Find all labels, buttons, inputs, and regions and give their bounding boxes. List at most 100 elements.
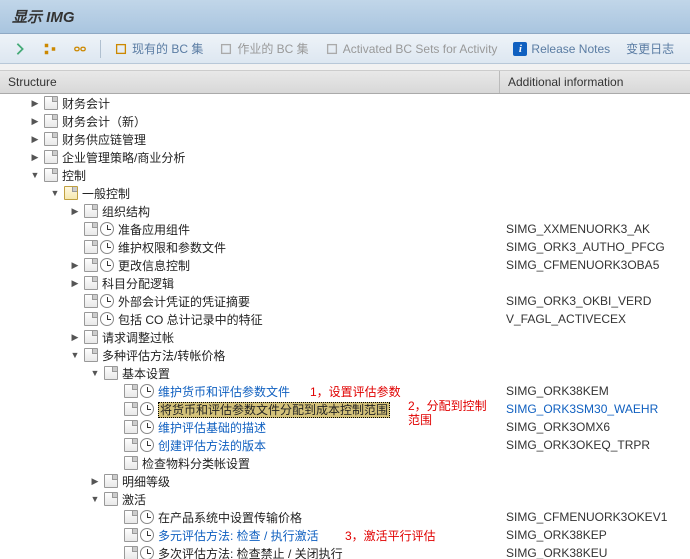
doc-icon[interactable] (84, 348, 98, 362)
activity-icon[interactable] (140, 546, 154, 559)
tree-row[interactable]: ▶请求调整过帐 (0, 328, 690, 346)
node-label[interactable]: 基本设置 (122, 365, 170, 382)
back-icon[interactable] (6, 39, 34, 59)
doc-icon[interactable] (104, 474, 118, 488)
expand-toggle[interactable]: ▼ (28, 168, 42, 182)
tree-row[interactable]: 外部会计凭证的凭证摘要SIMG_ORK3_OKBI_VERD (0, 292, 690, 310)
node-label[interactable]: 在产品系统中设置传输价格 (158, 509, 302, 526)
tree-row[interactable]: 创建评估方法的版本SIMG_ORK3OKEQ_TRPR (0, 436, 690, 454)
node-label[interactable]: 更改信息控制 (118, 257, 190, 274)
tree-view[interactable]: 1，设置评估参数 2，分配到控制范围 3，激活平行评估 ▶财务会计▶财务会计（新… (0, 94, 690, 559)
activated-bc-sets-button[interactable]: Activated BC Sets for Activity (318, 39, 505, 59)
doc-icon[interactable] (124, 546, 138, 559)
tree-row[interactable]: ▶财务供应链管理 (0, 130, 690, 148)
node-label[interactable]: 明细等级 (122, 473, 170, 490)
node-label[interactable]: 财务供应链管理 (62, 131, 146, 148)
tree-row[interactable]: 包括 CO 总计记录中的特征V_FAGL_ACTIVECEX (0, 310, 690, 328)
doc-icon[interactable] (84, 330, 98, 344)
node-label[interactable]: 维护权限和参数文件 (118, 239, 226, 256)
node-label[interactable]: 科目分配逻辑 (102, 275, 174, 292)
node-label[interactable]: 多元评估方法: 检查 / 执行激活 (158, 527, 319, 544)
doc-icon[interactable] (44, 150, 58, 164)
expand-toggle[interactable]: ▶ (68, 258, 82, 272)
node-label[interactable]: 维护货币和评估参数文件 (158, 383, 290, 400)
doc-icon[interactable] (124, 438, 138, 452)
node-label[interactable]: 将货币和评估参数文件分配到成本控制范围 (158, 401, 390, 418)
node-label[interactable]: 组织结构 (102, 203, 150, 220)
tree-row[interactable]: 准备应用组件SIMG_XXMENUORK3_AK (0, 220, 690, 238)
doc-icon[interactable] (104, 492, 118, 506)
node-label[interactable]: 一般控制 (82, 185, 130, 202)
activity-icon[interactable] (100, 222, 114, 236)
tree-row[interactable]: ▶企业管理策略/商业分析 (0, 148, 690, 166)
doc-icon[interactable] (104, 366, 118, 380)
expand-toggle[interactable]: ▶ (88, 474, 102, 488)
expand-toggle[interactable]: ▼ (48, 186, 62, 200)
doc-icon[interactable] (124, 402, 138, 416)
release-notes-button[interactable]: iRelease Notes (506, 39, 617, 59)
tree-row[interactable]: 维护权限和参数文件SIMG_ORK3_AUTHO_PFCG (0, 238, 690, 256)
job-bc-sets-button[interactable]: 作业的 BC 集 (212, 37, 315, 60)
tree-row[interactable]: 维护评估基础的描述SIMG_ORK3OMX6 (0, 418, 690, 436)
tree-row[interactable]: ▶ 财务会计 (0, 94, 690, 112)
tree-row[interactable]: ▼ 激活 (0, 490, 690, 508)
doc-icon[interactable] (124, 510, 138, 524)
doc-icon[interactable] (84, 240, 98, 254)
activity-icon[interactable] (100, 294, 114, 308)
doc-icon[interactable] (44, 168, 58, 182)
activity-icon[interactable] (100, 258, 114, 272)
doc-icon[interactable] (84, 276, 98, 290)
tree-row[interactable]: 检查物料分类帐设置 (0, 454, 690, 472)
doc-icon[interactable] (84, 204, 98, 218)
node-label[interactable]: 多种评估方法/转帐价格 (102, 347, 225, 364)
expand-toggle[interactable]: ▼ (68, 348, 82, 362)
existing-bc-sets-button[interactable]: 现有的 BC 集 (107, 37, 210, 60)
activity-icon[interactable] (140, 438, 154, 452)
tree-row[interactable]: ▶ 组织结构 (0, 202, 690, 220)
activity-icon[interactable] (140, 510, 154, 524)
doc-icon[interactable] (124, 420, 138, 434)
activity-icon[interactable] (140, 402, 154, 416)
tree-row[interactable]: 将货币和评估参数文件分配到成本控制范围SIMG_ORK3SM30_WAEHR (0, 400, 690, 418)
node-label[interactable]: 财务会计（新） (62, 113, 146, 130)
node-label[interactable]: 外部会计凭证的凭证摘要 (118, 293, 250, 310)
doc-icon[interactable] (44, 96, 58, 110)
doc-icon[interactable] (44, 114, 58, 128)
node-label[interactable]: 多次评估方法: 检查禁止 / 关闭执行 (158, 545, 343, 559)
link-icon[interactable] (66, 39, 94, 59)
doc-icon[interactable] (84, 312, 98, 326)
expand-toggle[interactable]: ▼ (88, 492, 102, 506)
doc-icon[interactable] (44, 132, 58, 146)
node-label[interactable]: 财务会计 (62, 95, 110, 112)
expand-toggle[interactable]: ▶ (28, 150, 42, 164)
tree-row[interactable]: ▼ 一般控制 (0, 184, 690, 202)
tree-row[interactable]: ▼ 基本设置 (0, 364, 690, 382)
expand-toggle[interactable]: ▶ (68, 330, 82, 344)
expand-toggle[interactable]: ▶ (68, 276, 82, 290)
change-log-button[interactable]: 变更日志 (619, 37, 681, 60)
doc-icon[interactable] (84, 222, 98, 236)
doc-icon[interactable] (84, 258, 98, 272)
activity-icon[interactable] (100, 240, 114, 254)
doc-icon[interactable] (124, 384, 138, 398)
doc-icon[interactable] (64, 186, 78, 200)
expand-toggle[interactable]: ▶ (28, 96, 42, 110)
activity-icon[interactable] (140, 420, 154, 434)
tree-icon[interactable] (36, 39, 64, 59)
expand-toggle[interactable]: ▼ (88, 366, 102, 380)
activity-icon[interactable] (140, 528, 154, 542)
activity-icon[interactable] (140, 384, 154, 398)
node-label[interactable]: 检查物料分类帐设置 (142, 455, 250, 472)
tree-row[interactable]: ▶ 财务会计（新） (0, 112, 690, 130)
node-label[interactable]: 激活 (122, 491, 146, 508)
doc-icon[interactable] (84, 294, 98, 308)
node-label[interactable]: 维护评估基础的描述 (158, 419, 266, 436)
tree-row[interactable]: ▶ 明细等级 (0, 472, 690, 490)
node-label[interactable]: 包括 CO 总计记录中的特征 (118, 311, 263, 328)
tree-row[interactable]: ▼ 多种评估方法/转帐价格 (0, 346, 690, 364)
tree-row[interactable]: 多次评估方法: 检查禁止 / 关闭执行SIMG_ORK38KEU (0, 544, 690, 559)
doc-icon[interactable] (124, 456, 138, 470)
expand-toggle[interactable]: ▶ (28, 114, 42, 128)
expand-toggle[interactable]: ▶ (68, 204, 82, 218)
tree-row[interactable]: 在产品系统中设置传输价格SIMG_CFMENUORK3OKEV1 (0, 508, 690, 526)
